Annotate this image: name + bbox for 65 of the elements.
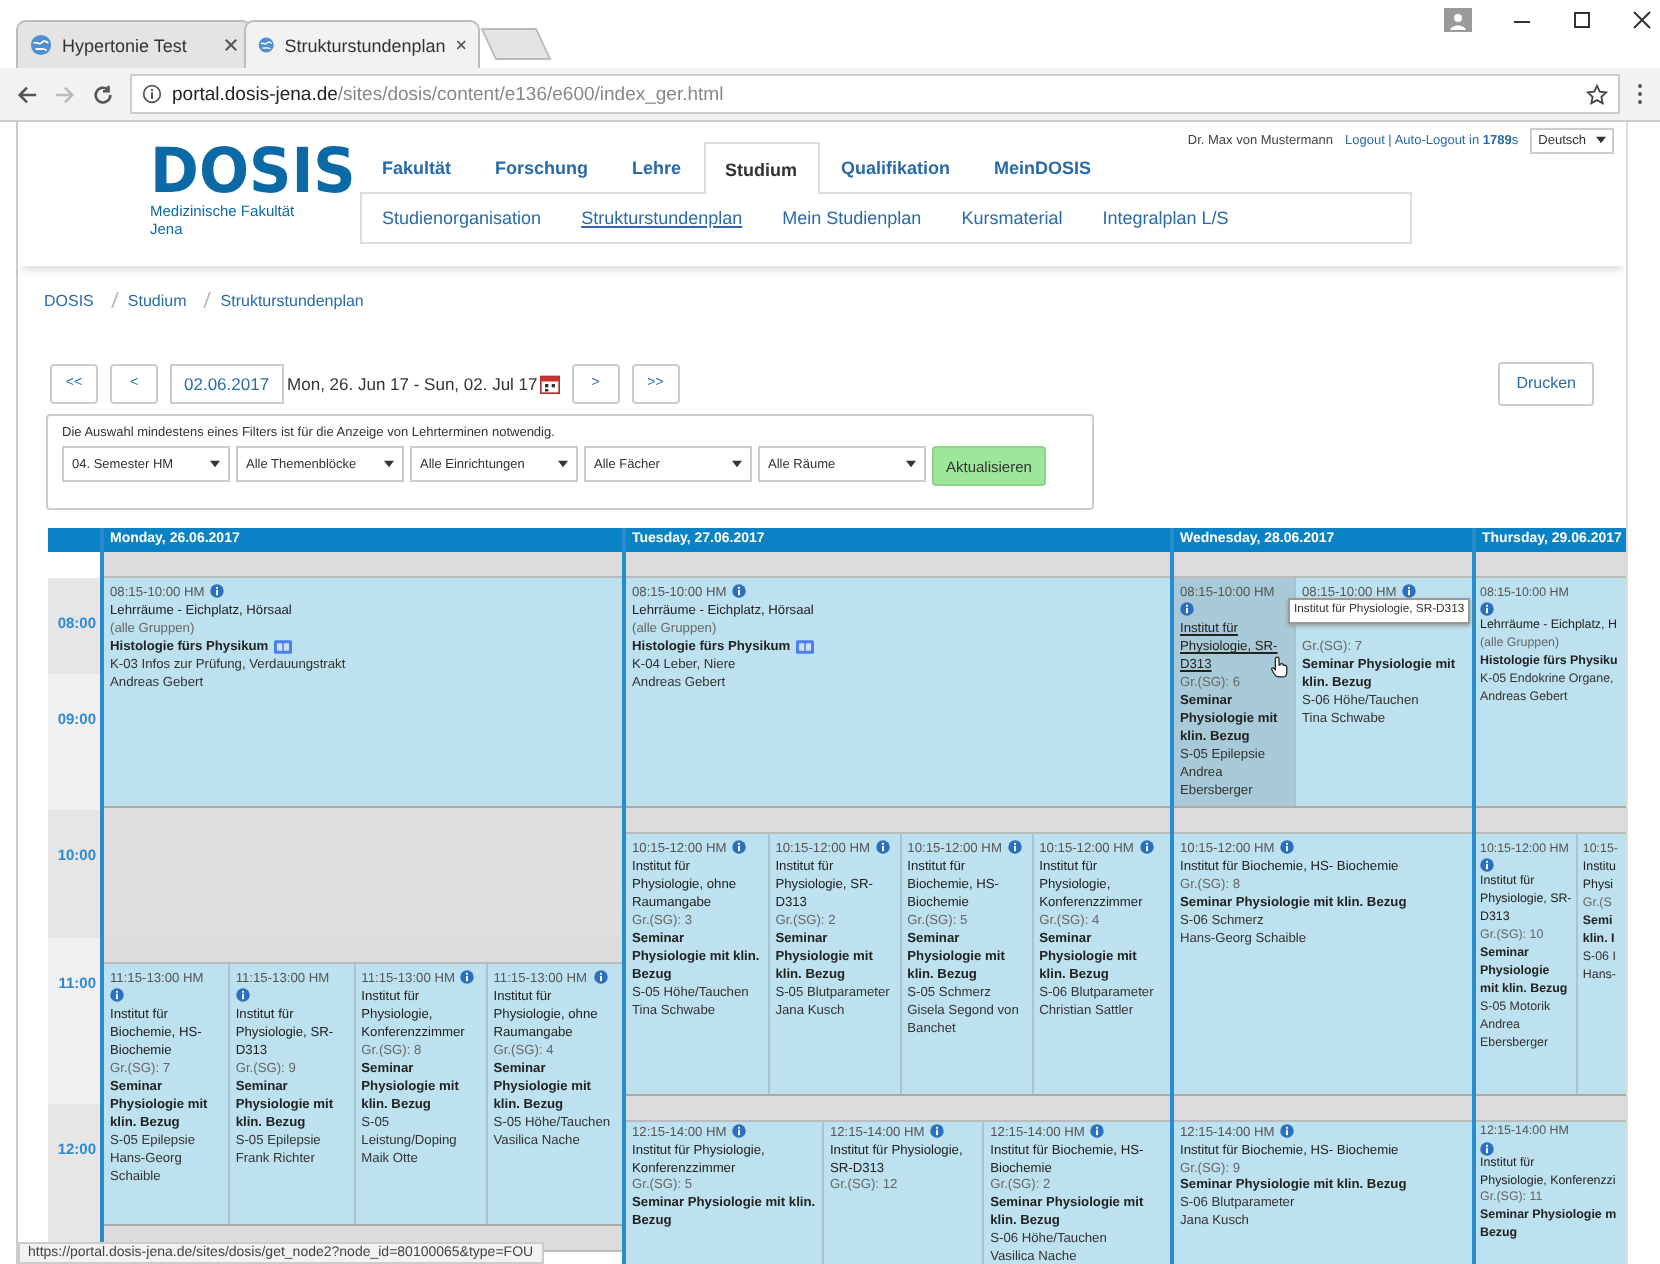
info-icon[interactable] [732, 1124, 747, 1138]
site-logo[interactable]: DOSIS [150, 142, 350, 202]
book-icon[interactable] [796, 640, 815, 654]
date-field[interactable]: 02.06.2017 [170, 363, 284, 403]
address-bar[interactable]: portal.dosis-jena.de/sites/dosis/content/e136/e600/index_ger.html [130, 74, 1620, 114]
nav-tab[interactable]: Qualifikation [819, 140, 973, 192]
caret-icon [558, 460, 568, 468]
breadcrumb-link[interactable]: DOSIS [44, 291, 94, 309]
reload-icon[interactable] [92, 83, 114, 105]
info-icon[interactable] [1139, 840, 1154, 854]
info-icon[interactable] [1480, 858, 1494, 872]
close-icon[interactable] [455, 38, 466, 52]
book-icon[interactable] [274, 640, 293, 654]
menu-icon[interactable] [1636, 82, 1644, 106]
caret-icon [384, 460, 394, 468]
info-icon[interactable] [732, 584, 747, 598]
nav-tab[interactable]: Forschung [473, 140, 611, 192]
caret-icon [1596, 136, 1606, 144]
subnav-link[interactable]: Mein Studienplan [782, 208, 922, 228]
back-icon[interactable] [16, 83, 38, 105]
subnav-link[interactable]: Studienorganisation [382, 208, 542, 228]
close-icon[interactable] [224, 38, 238, 52]
nav-tab[interactable]: Lehre [610, 140, 704, 192]
close-icon[interactable] [1632, 10, 1652, 30]
info-icon[interactable] [110, 988, 124, 1002]
profile-icon[interactable] [1444, 8, 1472, 32]
info-icon[interactable] [930, 1124, 945, 1138]
info-icon[interactable] [1180, 602, 1194, 616]
caret-icon [732, 460, 742, 468]
caret-icon [906, 460, 916, 468]
info-icon[interactable] [210, 584, 225, 598]
breadcrumb-link[interactable]: Studium [127, 291, 187, 309]
hand-cursor-icon [1270, 656, 1288, 678]
info-icon[interactable] [1480, 602, 1494, 616]
globe-icon [30, 34, 52, 56]
info-icon [142, 84, 162, 104]
info-icon[interactable] [1090, 1124, 1105, 1138]
info-icon[interactable] [235, 988, 250, 1002]
info-icon[interactable] [593, 970, 608, 984]
info-icon[interactable] [1280, 840, 1295, 854]
url-text: portal.dosis-jena.de/sites/dosis/content/e136/e600/index_ger.html [172, 83, 726, 105]
globe-icon [258, 34, 275, 56]
week-range: Mon, 26. Jun 17 - Sun, 02. Jul 17 [287, 373, 538, 393]
info-icon[interactable] [1280, 1124, 1295, 1138]
info-icon[interactable] [1480, 1141, 1494, 1156]
breadcrumb-link[interactable]: Strukturstundenplan [220, 291, 364, 309]
info-icon[interactable] [460, 970, 475, 984]
maximize-icon[interactable] [1572, 10, 1592, 30]
header-cell [48, 528, 100, 552]
nav-tab[interactable]: Studium [703, 142, 820, 194]
subnav-link[interactable]: Kursmaterial [961, 208, 1063, 228]
info-icon[interactable] [1402, 584, 1417, 598]
star-icon[interactable] [1586, 83, 1608, 105]
browser-tab[interactable]: Hypertonie Test [16, 20, 252, 68]
subnav-link[interactable]: Integralplan L/S [1102, 208, 1229, 228]
nav-tab[interactable]: Fakultät [360, 140, 474, 192]
info-icon[interactable] [876, 840, 890, 854]
caret-icon [210, 460, 220, 468]
info-icon[interactable] [732, 840, 747, 854]
calendar-icon[interactable] [539, 373, 560, 393]
print-button[interactable]: Drucken [1498, 361, 1594, 405]
subnav-link[interactable]: Strukturstundenplan [581, 208, 743, 228]
browser-tab[interactable]: Strukturstundenplan [244, 20, 480, 68]
nav-tab[interactable]: MeinDOSIS [972, 140, 1114, 192]
info-icon[interactable] [1007, 840, 1022, 854]
